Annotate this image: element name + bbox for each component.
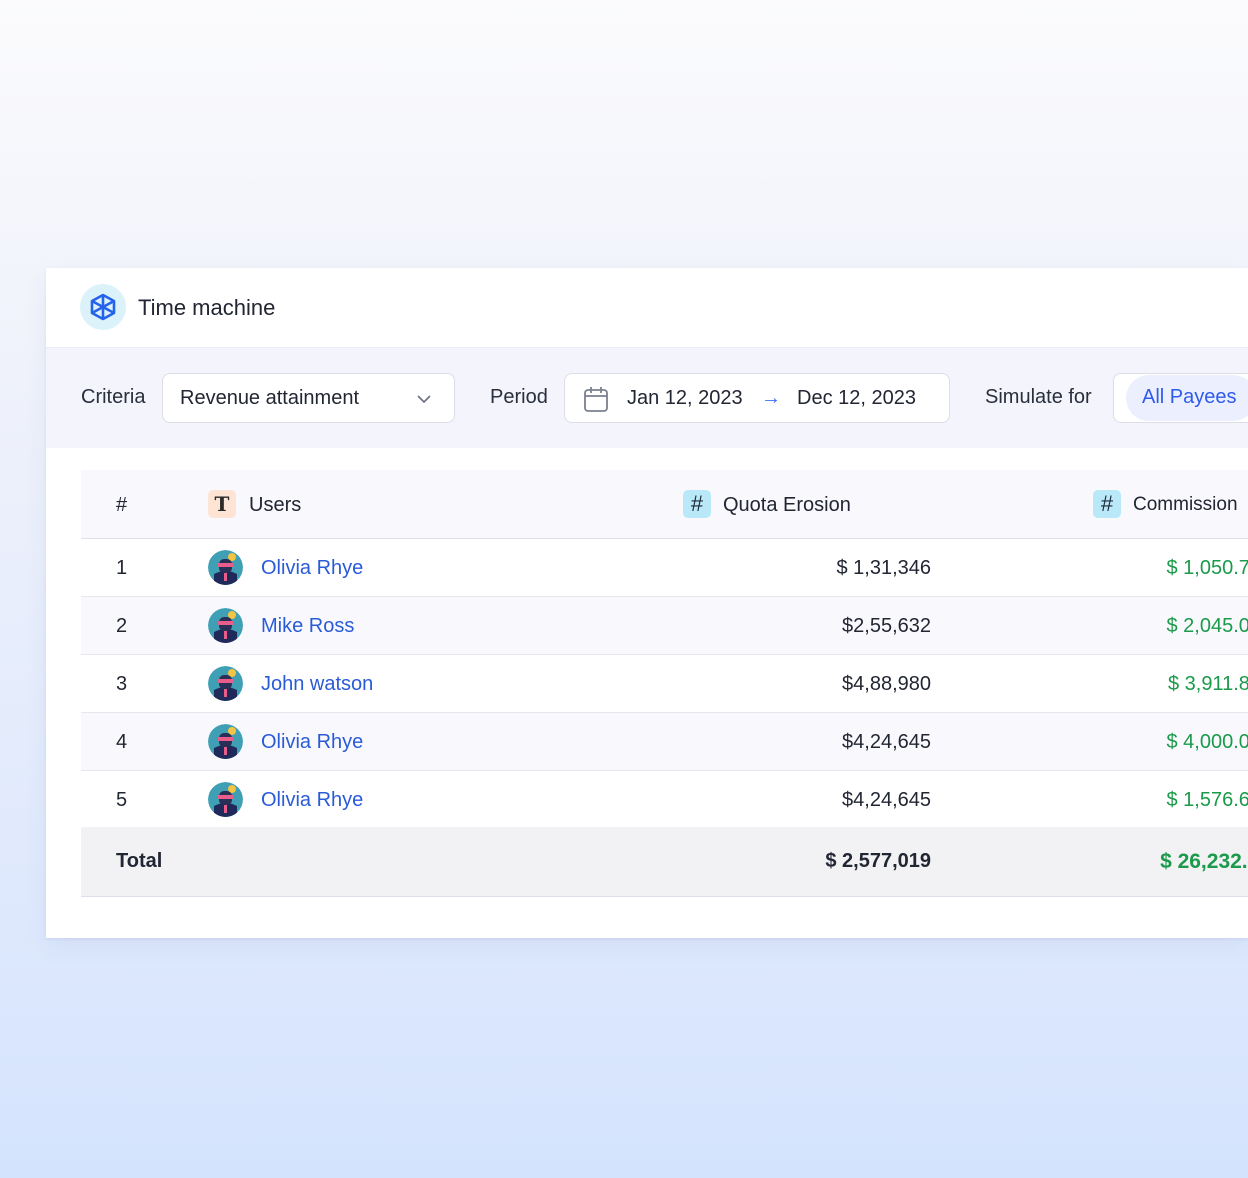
total-row: Total $ 2,577,019 $ 26,232.30 — [81, 827, 1248, 897]
number-type-icon: # — [683, 490, 711, 518]
col-quota-header[interactable]: Quota Erosion — [723, 494, 851, 517]
row-commission: $ 1,050.77 — [1166, 557, 1248, 579]
period-label: Period — [490, 386, 548, 408]
row-quota: $4,24,645 — [842, 731, 931, 753]
row-quota: $4,24,645 — [842, 789, 931, 811]
avatar[interactable] — [208, 666, 243, 701]
row-quota: $ 1,31,346 — [836, 557, 931, 579]
row-quota: $2,55,632 — [842, 615, 931, 637]
all-payees-chip[interactable]: All Payees — [1126, 375, 1248, 421]
col-users-header[interactable]: Users — [249, 494, 301, 517]
user-name-link[interactable]: John watson — [261, 673, 373, 696]
card-header: Time machine — [46, 268, 1248, 348]
date-range-picker[interactable]: Jan 12, 2023 → Dec 12, 2023 — [564, 373, 950, 423]
arrow-right-icon: → — [761, 387, 781, 409]
user-name-link[interactable]: Olivia Rhye — [261, 731, 363, 754]
table-header: # T Users # Quota Erosion # Commission — [81, 470, 1248, 539]
total-commission: $ 26,232.30 — [1160, 850, 1248, 873]
table-row[interactable]: 3 John watson $4,88,980 $ 3,911.84 — [81, 655, 1248, 713]
time-machine-card: Time machine Criteria Revenue attainment… — [46, 268, 1248, 938]
simulate-value: All Payees — [1142, 386, 1237, 408]
col-index-header: # — [116, 494, 128, 516]
avatar[interactable] — [208, 608, 243, 643]
cube-icon — [80, 284, 126, 330]
table-row[interactable]: 4 Olivia Rhye $4,24,645 $ 4,000.00 — [81, 713, 1248, 771]
number-type-icon: # — [1093, 490, 1121, 518]
avatar[interactable] — [208, 724, 243, 759]
row-commission: $ 4,000.00 — [1166, 731, 1248, 753]
row-index: 5 — [116, 789, 128, 811]
user-name-link[interactable]: Olivia Rhye — [261, 789, 363, 812]
criteria-dropdown[interactable]: Revenue attainment — [162, 373, 455, 423]
row-index: 1 — [116, 557, 128, 579]
row-quota: $4,88,980 — [842, 673, 931, 695]
avatar[interactable] — [208, 550, 243, 585]
row-index: 4 — [116, 731, 128, 753]
col-commission-header[interactable]: Commission — [1133, 494, 1238, 516]
period-start: Jan 12, 2023 — [627, 387, 743, 409]
total-label: Total — [116, 850, 163, 872]
user-name-link[interactable]: Mike Ross — [261, 615, 354, 638]
criteria-value: Revenue attainment — [180, 387, 360, 409]
chevron-down-icon — [416, 391, 432, 412]
table-row[interactable]: 1 Olivia Rhye $ 1,31,346 $ 1,050.77 — [81, 539, 1248, 597]
row-index: 3 — [116, 673, 128, 695]
row-commission: $ 1,576.69 — [1166, 789, 1248, 811]
user-name-link[interactable]: Olivia Rhye — [261, 557, 363, 580]
total-quota: $ 2,577,019 — [825, 850, 931, 872]
row-index: 2 — [116, 615, 128, 637]
row-commission: $ 2,045.06 — [1166, 615, 1248, 637]
table-row[interactable]: 5 Olivia Rhye $4,24,645 $ 1,576.69 — [81, 771, 1248, 829]
criteria-label: Criteria — [81, 386, 146, 408]
avatar[interactable] — [208, 782, 243, 817]
row-commission: $ 3,911.84 — [1167, 673, 1248, 695]
period-end: Dec 12, 2023 — [797, 387, 916, 409]
page-title: Time machine — [138, 295, 276, 320]
calendar-icon — [583, 385, 609, 418]
text-type-icon: T — [208, 490, 236, 518]
table-row[interactable]: 2 Mike Ross $2,55,632 $ 2,045.06 — [81, 597, 1248, 655]
filter-bar: Criteria Revenue attainment Period Jan 1… — [46, 348, 1248, 448]
simulate-label: Simulate for — [985, 386, 1092, 408]
